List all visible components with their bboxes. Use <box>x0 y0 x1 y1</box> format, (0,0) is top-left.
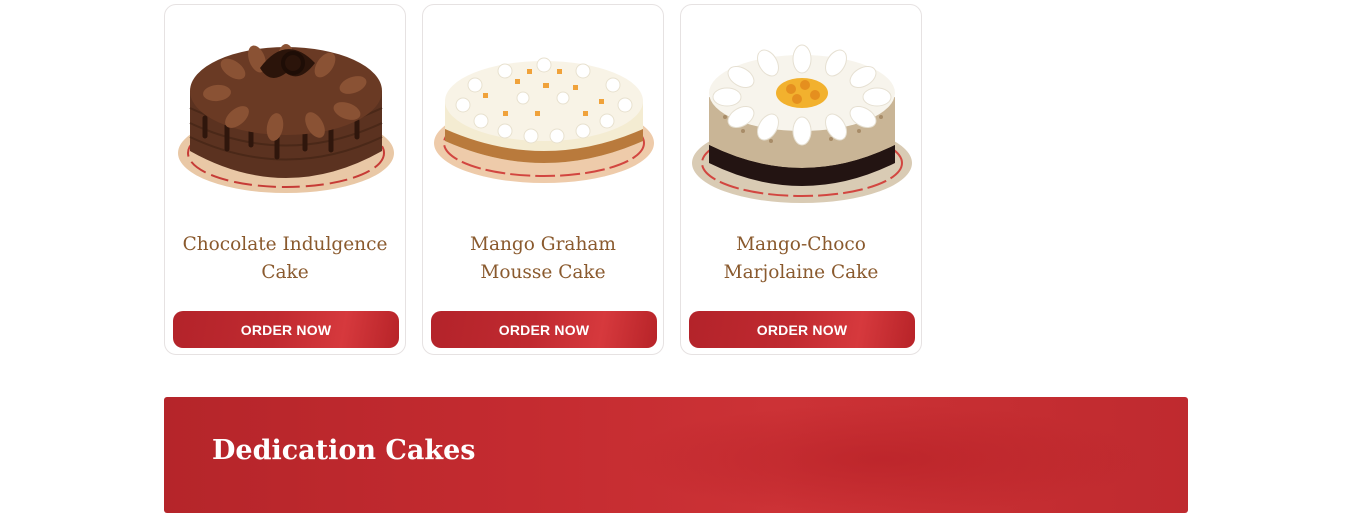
product-name[interactable]: Mango-Choco Marjolaine Cake <box>691 231 911 287</box>
chocolate-cake-image[interactable] <box>165 13 407 225</box>
order-now-button[interactable]: ORDER NOW <box>431 311 657 348</box>
order-now-button[interactable]: ORDER NOW <box>689 311 915 348</box>
product-name[interactable]: Mango Graham Mousse Cake <box>433 231 653 287</box>
marjolaine-cake-image[interactable] <box>681 13 923 225</box>
product-name[interactable]: Chocolate Indulgence Cake <box>175 231 395 287</box>
product-card: Mango Graham Mousse Cake ORDER NOW <box>422 4 664 355</box>
order-now-button[interactable]: ORDER NOW <box>173 311 399 348</box>
product-grid: Chocolate Indulgence Cake ORDER NOW Mang… <box>164 4 922 355</box>
product-card: Mango-Choco Marjolaine Cake ORDER NOW <box>680 4 922 355</box>
mango-mousse-cake-image[interactable] <box>423 13 665 225</box>
product-card: Chocolate Indulgence Cake ORDER NOW <box>164 4 406 355</box>
dedication-cakes-banner: Dedication Cakes <box>164 397 1188 513</box>
section-title: Dedication Cakes <box>212 435 476 466</box>
